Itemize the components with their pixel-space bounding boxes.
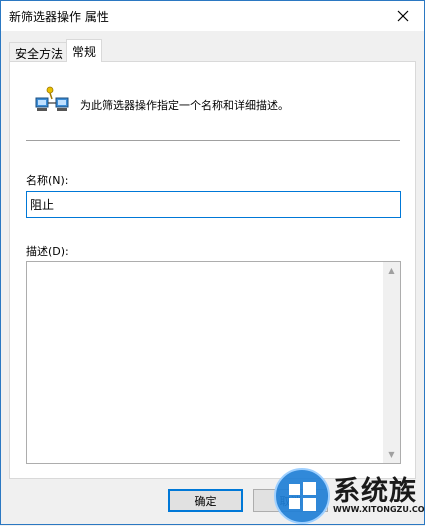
tab-general[interactable]: 常规 [66,39,103,62]
windows-logo-icon [274,468,330,524]
description-label: 描述(D): [26,245,69,258]
general-tab-panel: 为此筛选器操作指定一个名称和详细描述。 名称(N): 描述(D): ▲ ▼ [9,61,416,479]
description-scrollbar[interactable]: ▲ ▼ [383,262,400,463]
properties-dialog: 新筛选器操作 属性 安全方法 常规 为此筛选器操作指定一个名称和详细描述。 名称… [0,0,425,525]
name-label: 名称(N): [26,174,69,187]
watermark-text: 系统族 [333,476,417,507]
name-input[interactable] [26,191,401,218]
description-textarea[interactable]: ▲ ▼ [26,261,401,464]
ok-button[interactable]: 确定 [168,489,243,512]
network-filter-icon [35,86,69,111]
title-bar: 新筛选器操作 属性 [1,1,424,31]
tab-security-methods[interactable]: 安全方法 [9,42,70,61]
window-title: 新筛选器操作 属性 [9,10,109,24]
site-watermark: 系统族 WWW.XITONGZU.COM [273,467,425,526]
hint-text: 为此筛选器操作指定一个名称和详细描述。 [80,99,289,112]
separator [26,140,400,141]
scroll-down-icon[interactable]: ▼ [383,446,400,463]
scroll-up-icon[interactable]: ▲ [383,262,400,279]
watermark-url: WWW.XITONGZU.COM [333,505,425,514]
close-icon [397,10,409,22]
close-button[interactable] [382,1,424,31]
